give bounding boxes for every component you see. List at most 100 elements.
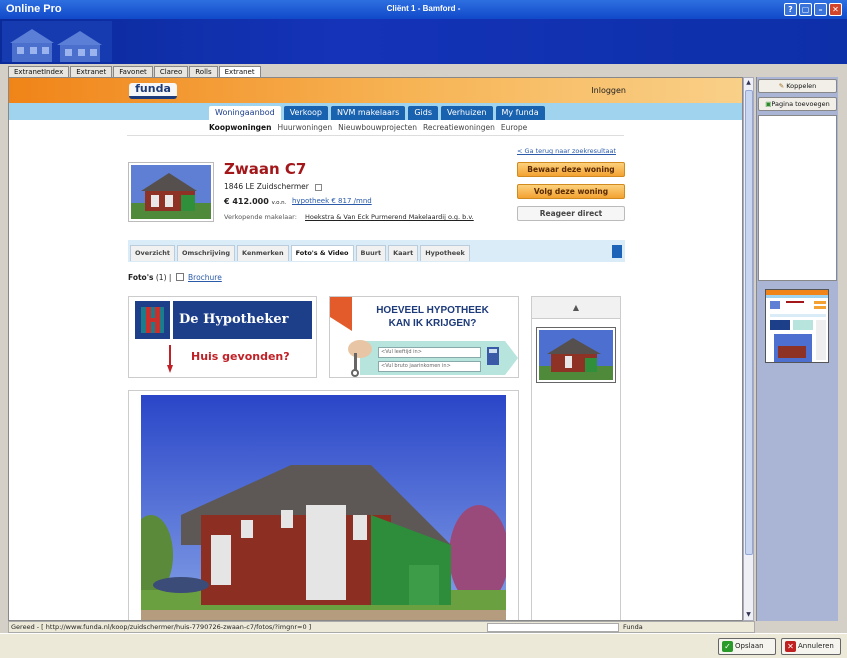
koppelen-button[interactable]: ✎ Koppelen bbox=[758, 79, 837, 93]
house-photo[interactable] bbox=[141, 395, 506, 621]
save-listing-button[interactable]: Bewaar deze woning bbox=[517, 162, 625, 177]
app-banner bbox=[0, 19, 847, 64]
funda-nav-items: Woningaanbod Verkoop NVM makelaars Gids Verh… bbox=[209, 106, 548, 120]
window-title: Cliënt 1 - Bamford - bbox=[386, 4, 461, 13]
nav-tab-verkoop[interactable]: Verkoop bbox=[283, 106, 328, 120]
page-preview-image bbox=[766, 290, 828, 362]
subnav-nieuwbouwprojecten[interactable]: Nieuwbouwprojecten bbox=[338, 123, 417, 132]
subnav-huurwoningen[interactable]: Huurwoningen bbox=[277, 123, 332, 132]
cancel-button[interactable]: ✕ Annuleren bbox=[781, 638, 841, 655]
print-small-icon[interactable] bbox=[315, 183, 323, 191]
subnav-recreatiewoningen[interactable]: Recreatiewoningen bbox=[423, 123, 495, 132]
vertical-scrollbar[interactable]: ▲ ▼ bbox=[743, 77, 754, 621]
back-to-results-link[interactable]: < Ga terug naar zoekresultaat bbox=[517, 147, 616, 155]
funda-logo[interactable]: funda bbox=[129, 83, 177, 99]
ad2-title-line2: KAN IK KRIJGEN? bbox=[388, 318, 477, 329]
save-button[interactable]: ✓ Opslaan bbox=[718, 638, 776, 655]
scrollbar-thumb[interactable] bbox=[745, 90, 753, 555]
photos-label: Foto's (1) | bbox=[128, 273, 171, 282]
page-thumbnail[interactable] bbox=[765, 289, 829, 363]
house-thumbnail-image bbox=[131, 165, 211, 219]
follow-listing-button[interactable]: Volg deze woning bbox=[517, 184, 625, 199]
app-tab-extranetindex-0[interactable]: ExtranetIndex bbox=[8, 66, 70, 77]
detail-tab-kaart[interactable]: Kaart bbox=[388, 245, 419, 261]
print-icon[interactable] bbox=[612, 245, 622, 258]
pagina-toevoegen-label: Pagina toevoegen bbox=[771, 100, 830, 108]
minimize-button[interactable]: – bbox=[814, 3, 827, 16]
app-tab-extranet-1[interactable]: Extranet bbox=[70, 66, 113, 77]
detail-tab-overzicht[interactable]: Overzicht bbox=[130, 245, 175, 261]
detail-tab-buurt[interactable]: Buurt bbox=[355, 245, 387, 261]
page-list[interactable] bbox=[758, 115, 837, 281]
app-tab-extranet-5[interactable]: Extranet bbox=[218, 66, 261, 77]
detail-tabs-row: Overzicht Omschrijving Kenmerken Foto's & V… bbox=[130, 245, 472, 261]
funda-subnav: Koopwoningen Huurwoningen Nieuwbouwproject… bbox=[209, 123, 533, 132]
app-tab-rolls-4[interactable]: Rolls bbox=[189, 66, 218, 77]
detail-tab-hypotheek[interactable]: Hypotheek bbox=[420, 245, 470, 261]
photo-gallery: ▲ bbox=[531, 296, 621, 620]
hypotheker-ad[interactable]: De Hypotheker Huis gevonden? bbox=[128, 296, 317, 378]
pagina-toevoegen-button[interactable]: ▣Pagina toevoegen bbox=[758, 97, 837, 111]
hypotheker-tagline: Huis gevonden? bbox=[191, 350, 290, 363]
respond-button[interactable]: Reageer direct bbox=[517, 206, 625, 221]
detail-tabs: Overzicht Omschrijving Kenmerken Foto's & V… bbox=[128, 240, 625, 262]
koppelen-label: Koppelen bbox=[786, 82, 817, 90]
nav-tab-nvm-makelaars[interactable]: NVM makelaars bbox=[330, 106, 406, 120]
photos-separator: | bbox=[168, 273, 172, 282]
price-suffix: v.o.n. bbox=[271, 200, 287, 206]
agent-link[interactable]: Hoekstra & Van Eck Purmerend Makelaardij… bbox=[305, 213, 474, 221]
brochure-icon bbox=[176, 273, 184, 281]
checkmark-icon: ✓ bbox=[722, 641, 733, 652]
title-bar: Online Pro Cliënt 1 - Bamford - ? ▢ – ✕ bbox=[0, 0, 847, 19]
subnav-koopwoningen[interactable]: Koopwoningen bbox=[209, 123, 271, 132]
right-panel: ✎ Koppelen ▣Pagina toevoegen bbox=[756, 77, 838, 621]
detail-tab-kenmerken[interactable]: Kenmerken bbox=[237, 245, 289, 261]
detail-tab-foto-s-video[interactable]: Foto's & Video bbox=[290, 245, 354, 261]
cancel-label: Annuleren bbox=[798, 642, 834, 650]
listing-thumbnail[interactable] bbox=[128, 162, 214, 222]
scroll-down-icon[interactable]: ▼ bbox=[744, 610, 753, 620]
listing-price: € 412.000 v.o.n. bbox=[224, 197, 286, 206]
price-value: € 412.000 bbox=[224, 197, 269, 206]
restore-button[interactable]: ▢ bbox=[799, 3, 812, 16]
mortgage-link[interactable]: hypotheek € 817 /mnd bbox=[292, 197, 372, 205]
brochure-link[interactable]: Brochure bbox=[188, 273, 222, 282]
browser-viewport: funda Inloggen Woningaanbod Verkoop NVM ma… bbox=[8, 77, 743, 621]
nav-tab-woningaanbod[interactable]: Woningaanbod bbox=[209, 106, 281, 120]
detail-tab-omschrijving[interactable]: Omschrijving bbox=[176, 245, 236, 261]
building-logo-icon bbox=[2, 21, 112, 62]
age-field[interactable]: <Vul leeftijd in> bbox=[378, 347, 481, 358]
calculator-icon bbox=[487, 347, 499, 365]
gallery-up-arrow[interactable]: ▲ bbox=[532, 297, 620, 319]
status-bar: Gereed - [ http://www.funda.nl/koop/zuid… bbox=[8, 621, 755, 633]
photos-label-text: Foto's bbox=[128, 273, 154, 282]
mortgage-calculator-ad[interactable]: HOEVEEL HYPOTHEEK KAN IK KRIJGEN? <Vul l… bbox=[329, 296, 519, 378]
income-field[interactable]: <Vul bruto jaarinkomen in> bbox=[378, 361, 481, 372]
app-tab-clareo-3[interactable]: Clareo bbox=[153, 66, 189, 77]
main-photo-frame bbox=[128, 390, 519, 621]
address-text: 1846 LE Zuidschermer bbox=[224, 182, 309, 191]
help-button[interactable]: ? bbox=[784, 3, 797, 16]
cancel-x-icon: ✕ bbox=[785, 641, 796, 652]
hypotheker-brand: De Hypotheker bbox=[173, 301, 312, 339]
ad2-title-line1: HOEVEEL HYPOTHEEK bbox=[376, 305, 489, 316]
photos-count: (1) bbox=[155, 273, 167, 282]
subnav-europe[interactable]: Europe bbox=[501, 123, 527, 132]
scroll-up-icon[interactable]: ▲ bbox=[744, 78, 753, 88]
bottom-bar: ✓ Opslaan ✕ Annuleren bbox=[0, 633, 847, 658]
agent-label: Verkopende makelaar: bbox=[224, 213, 297, 221]
status-progress-box bbox=[487, 623, 619, 632]
close-button[interactable]: ✕ bbox=[829, 3, 842, 16]
app-tab-favonet-2[interactable]: Favonet bbox=[113, 66, 153, 77]
app-tab-strip: ExtranetIndex Extranet Favonet Clareo Rolls E… bbox=[8, 66, 262, 77]
gallery-thumbnail[interactable] bbox=[536, 327, 616, 383]
funda-header: funda Inloggen bbox=[9, 78, 742, 103]
nav-tab-gids[interactable]: Gids bbox=[408, 106, 439, 120]
hand-key-icon bbox=[348, 340, 372, 377]
nav-tab-my-funda[interactable]: My funda bbox=[495, 106, 545, 120]
save-label: Opslaan bbox=[735, 642, 764, 650]
login-link[interactable]: Inloggen bbox=[591, 86, 626, 95]
divider bbox=[127, 135, 624, 136]
listing-title: Zwaan C7 bbox=[224, 160, 307, 178]
nav-tab-verhuizen[interactable]: Verhuizen bbox=[441, 106, 493, 120]
